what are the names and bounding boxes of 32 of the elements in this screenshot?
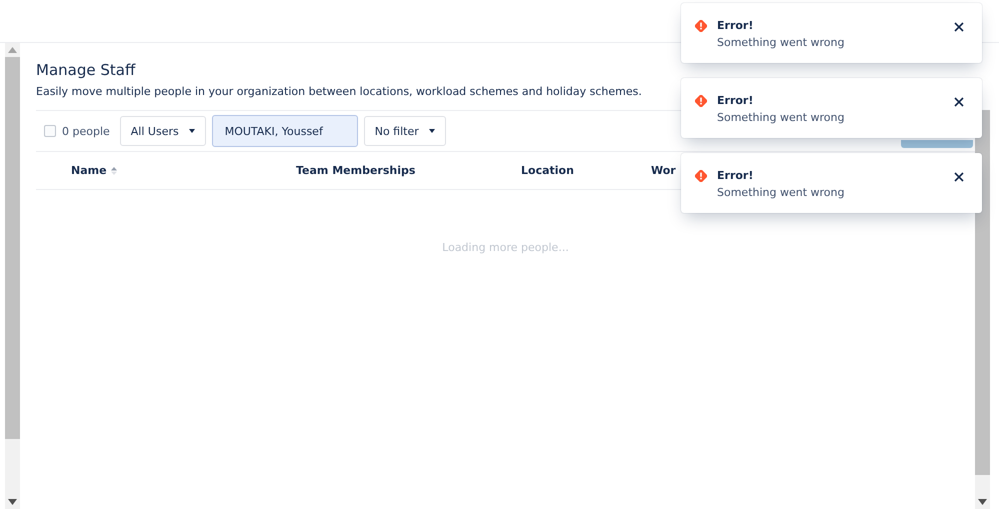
filter-dropdown[interactable]: No filter: [364, 116, 446, 146]
toast-message: Something went wrong: [717, 36, 846, 49]
user-filter-dropdown[interactable]: All Users: [120, 116, 206, 146]
scroll-down-icon[interactable]: [978, 499, 987, 505]
sort-icon[interactable]: [110, 166, 117, 174]
column-header: Location: [521, 164, 574, 177]
close-icon[interactable]: [953, 21, 965, 33]
page-title: Manage Staff: [36, 61, 137, 79]
people-count: 0 people: [62, 124, 110, 138]
column-header[interactable]: Name: [71, 164, 107, 177]
toast-message: Something went wrong: [717, 111, 846, 124]
error-icon: [695, 95, 707, 107]
error-icon: [695, 170, 707, 182]
search-field[interactable]: MOUTAKI, Youssef: [212, 115, 358, 147]
column-header: Wor: [651, 164, 676, 177]
toast-title: Error!: [717, 169, 754, 182]
close-icon[interactable]: [953, 96, 965, 108]
error-icon: [695, 20, 707, 32]
scrollbar[interactable]: [975, 110, 990, 509]
caret-icon: [428, 129, 435, 133]
column-header: Team Memberships: [296, 164, 416, 177]
caret-icon: [188, 129, 195, 133]
toast-message: Something went wrong: [717, 186, 846, 199]
toast-title: Error!: [717, 19, 754, 32]
toast-title: Error!: [717, 94, 754, 107]
loading-message: Loading more people...: [441, 241, 570, 254]
close-icon[interactable]: [953, 171, 965, 183]
select-all-checkbox[interactable]: [44, 125, 56, 137]
scroll-down-icon[interactable]: [8, 499, 17, 505]
scroll-up-icon[interactable]: [8, 47, 17, 53]
scrollbar[interactable]: [5, 43, 20, 509]
page-description: Easily move multiple people in your organization between locations, workload schemes and holiday schemes.: [36, 85, 643, 98]
